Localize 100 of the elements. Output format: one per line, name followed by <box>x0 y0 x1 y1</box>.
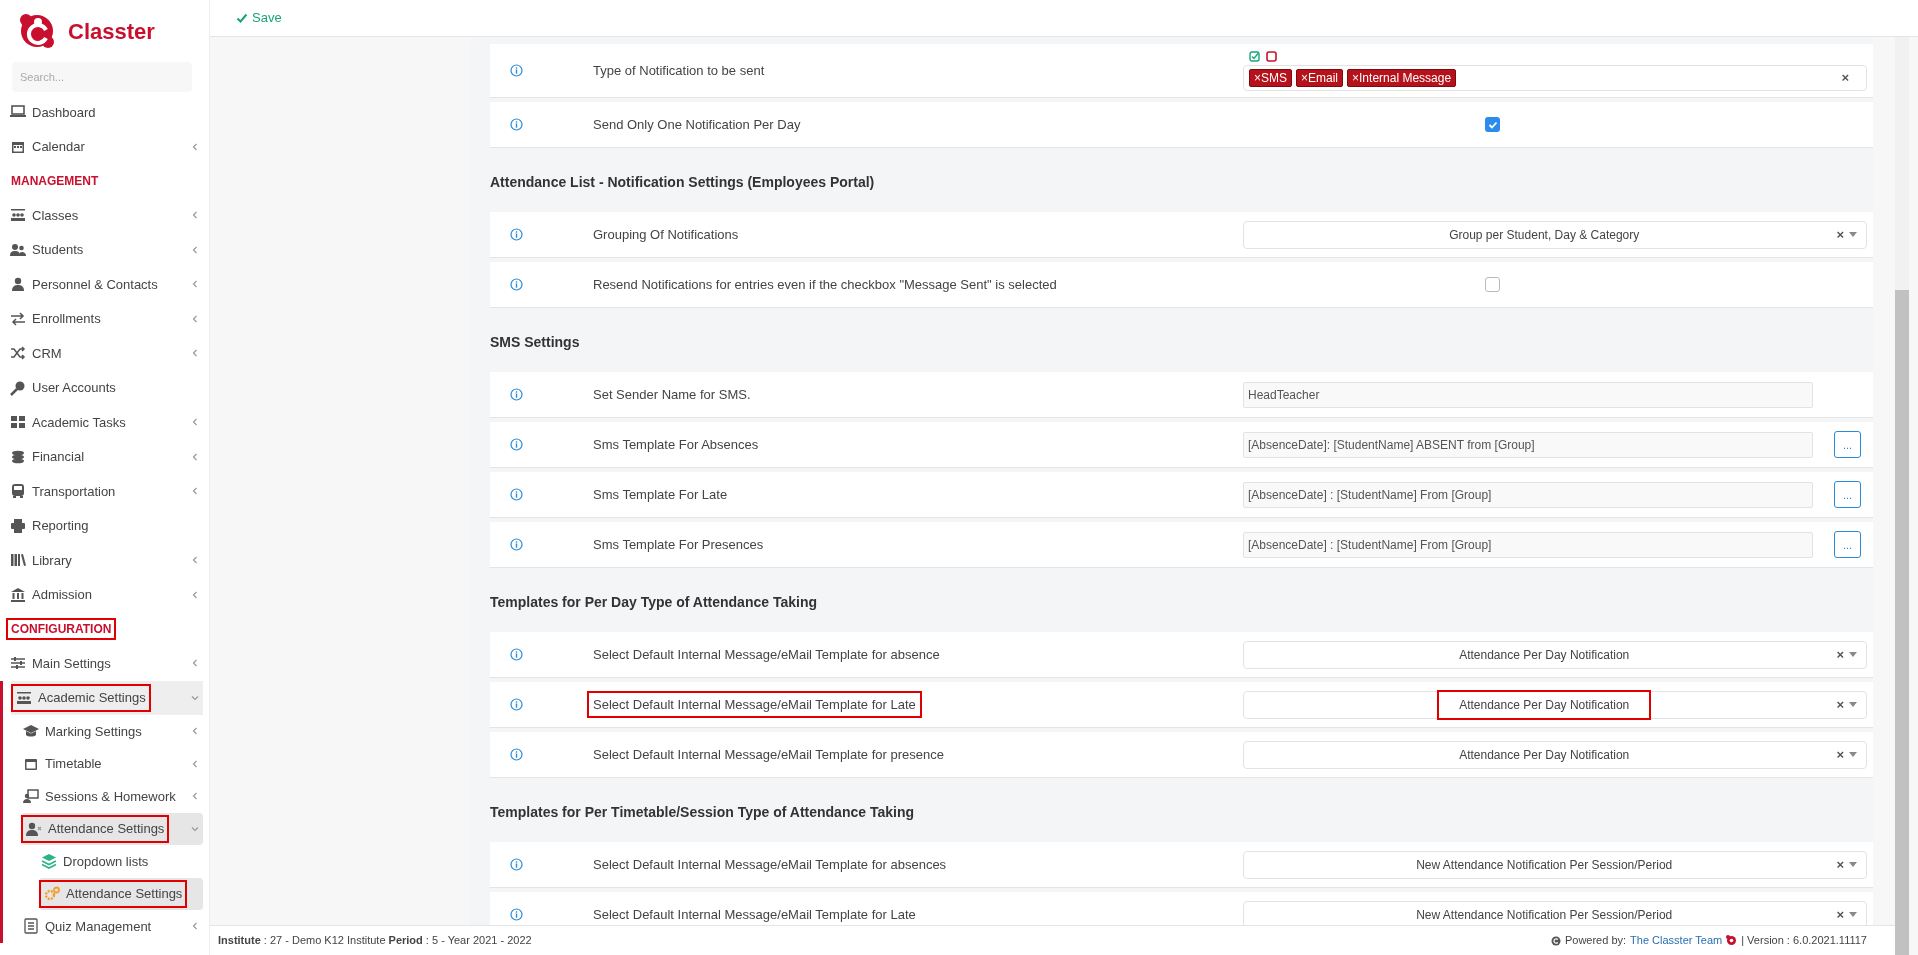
clear-button[interactable]: × <box>1836 644 1844 665</box>
empty-box-icon <box>1266 50 1277 62</box>
setting-label: Select Default Internal Message/eMail Template for presence <box>593 745 944 764</box>
info-icon <box>510 858 523 871</box>
select-value: New Attendance Notification Per Session/Period <box>1416 906 1673 924</box>
shuffle-icon <box>10 345 26 362</box>
check-icon <box>1487 119 1498 130</box>
section-heading: CONFIGURATION <box>8 620 115 638</box>
sidebar-item[interactable]: Attendance Settings <box>21 812 203 845</box>
users-icon <box>10 241 26 258</box>
sidebar-item[interactable]: Admission <box>8 577 203 612</box>
sidebar-item[interactable]: Academic Settings <box>11 680 203 715</box>
chevron-icon <box>191 280 199 289</box>
clear-button[interactable]: × <box>1836 904 1844 925</box>
sidebar-item[interactable]: Sessions & Homework <box>21 780 203 813</box>
user-icon <box>10 276 26 293</box>
clear-button[interactable]: × <box>1836 224 1844 245</box>
sidebar-item[interactable]: Academic Tasks <box>8 405 203 440</box>
chevron-icon <box>191 727 199 736</box>
chevron-icon <box>191 418 199 427</box>
sidebar-item[interactable]: Calendar <box>8 129 203 164</box>
coins-icon <box>10 448 26 465</box>
setting-label: Sms Template For Late <box>593 485 728 504</box>
info-icon <box>510 64 523 77</box>
sidebar-item[interactable]: Library <box>8 543 203 578</box>
sidebar-item[interactable]: Attendance Settings <box>39 877 203 910</box>
tags-field[interactable]: ×SMS ×Email ×Internal Message × <box>1243 64 1867 91</box>
chevron-icon <box>191 452 199 461</box>
ellipsis-button[interactable]: ... <box>1834 431 1861 458</box>
sidebar-item[interactable]: CRM <box>8 336 203 371</box>
sidebar-item[interactable]: Dashboard <box>8 95 203 130</box>
ellipsis-button[interactable]: ... <box>1834 531 1861 558</box>
info-icon <box>510 698 523 711</box>
sidebar-item[interactable]: Dropdown lists <box>39 845 203 878</box>
select-field[interactable]: Group per Student, Day & Category × <box>1243 220 1867 249</box>
setting-label: Set Sender Name for SMS. <box>593 385 751 404</box>
chevron-icon <box>191 211 199 220</box>
ellipsis-button[interactable]: ... <box>1834 481 1861 508</box>
sidebar-item[interactable]: Transportation <box>8 474 203 509</box>
sidebar-item[interactable]: Students <box>8 232 203 267</box>
setting-label: Resend Notifications for entries even if the checkbox "Message Sent" is selected <box>593 275 1057 294</box>
logo-icon <box>1726 935 1738 946</box>
classroom-icon <box>16 689 32 706</box>
checkbox[interactable] <box>1485 117 1500 132</box>
dropdown-caret-icon <box>1848 751 1858 758</box>
setting-label: Select Default Internal Message/eMail Template for absences <box>593 855 947 874</box>
sidebar-item[interactable]: Marking Settings <box>21 715 203 748</box>
select-value: New Attendance Notification Per Session/Period <box>1416 856 1673 874</box>
tag: ×SMS <box>1249 68 1292 87</box>
scrollbar[interactable] <box>1895 37 1909 955</box>
select-field[interactable]: Attendance Per Day Notification × <box>1243 640 1867 669</box>
select-field[interactable]: Attendance Per Day Notification × <box>1243 690 1867 719</box>
checkbox[interactable] <box>1485 277 1500 292</box>
clear-button[interactable]: × <box>1836 744 1844 765</box>
logo-icon <box>19 12 55 50</box>
info-icon <box>510 648 523 661</box>
sidebar-item[interactable]: Timetable <box>21 747 203 780</box>
sidebar-item[interactable]: Enrollments <box>8 301 203 336</box>
sidebar-item[interactable]: User Accounts <box>8 370 203 405</box>
dropdown-caret-icon <box>1848 861 1858 868</box>
classroom-icon <box>10 207 26 224</box>
version-text: | Version : 6.0.2021.11117 <box>1741 933 1867 949</box>
text-field[interactable]: [AbsenceDate]: [StudentName] ABSENT from [Group] <box>1243 431 1813 458</box>
sidebar-item[interactable]: Personnel & Contacts <box>8 267 203 302</box>
search-field[interactable]: Search... <box>12 62 192 92</box>
user-cross-icon <box>26 820 42 837</box>
clear-button[interactable]: × <box>1836 854 1844 875</box>
key-icon <box>10 379 26 396</box>
team-link[interactable]: The Classter Team <box>1630 932 1723 949</box>
setting-label: Select Default Internal Message/eMail Template for absence <box>593 645 940 664</box>
dropdown-caret-icon <box>1848 231 1858 238</box>
text-field[interactable]: [AbsenceDate] : [StudentName] From [Group] <box>1243 531 1813 558</box>
select-field[interactable]: New Attendance Notification Per Session/Period × <box>1243 850 1867 879</box>
info-icon <box>510 388 523 401</box>
sidebar-item[interactable]: Quiz Management <box>21 910 203 943</box>
section-title: Templates for Per Day Type of Attendance Taking <box>490 592 817 612</box>
text-field[interactable]: [AbsenceDate] : [StudentName] From [Group] <box>1243 481 1813 508</box>
clear-button[interactable]: × <box>1836 694 1844 715</box>
gears-icon <box>44 885 60 902</box>
text-field[interactable]: HeadTeacher <box>1243 381 1813 408</box>
chevron-icon <box>191 314 199 323</box>
select-value: Group per Student, Day & Category <box>1449 226 1640 244</box>
setting-label: Sms Template For Presences <box>593 535 764 554</box>
select-value: Attendance Per Day Notification <box>1439 691 1650 718</box>
select-field[interactable]: Attendance Per Day Notification × <box>1243 740 1867 769</box>
tag: ×Internal Message <box>1347 68 1457 87</box>
section-title: Attendance List - Notification Settings (Employees Portal) <box>490 172 875 192</box>
arrows-icon <box>10 310 26 327</box>
sidebar-item[interactable]: Reporting <box>8 508 203 543</box>
sidebar-item[interactable]: Classes <box>8 198 203 233</box>
chevron-icon <box>191 245 199 254</box>
sidebar-item[interactable]: Financial <box>8 439 203 474</box>
info-icon <box>510 908 523 921</box>
sidebar-item[interactable]: Main Settings <box>8 646 203 681</box>
clear-button[interactable]: × <box>1841 67 1861 88</box>
info-icon <box>510 538 523 551</box>
chevron-icon <box>191 487 199 496</box>
setting-label: Type of Notification to be sent <box>593 61 765 80</box>
footer-info: Institute : 27 - Demo K12 Institute Period : 5 - Year 2021 - 2022 <box>218 933 532 949</box>
copyright-icon <box>1550 935 1561 946</box>
